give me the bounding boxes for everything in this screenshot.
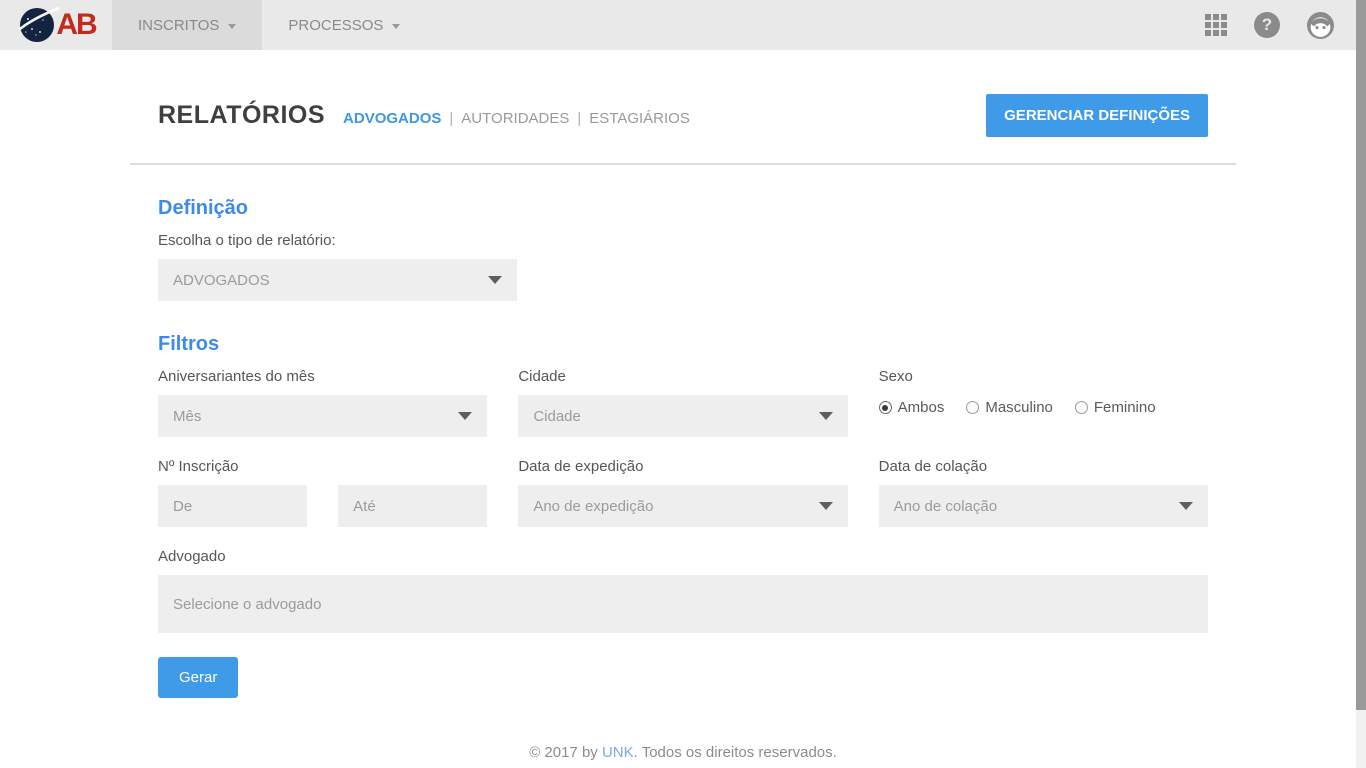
radio-option-feminino[interactable]: Feminino [1075, 399, 1156, 416]
radio-feminino[interactable] [1075, 401, 1088, 414]
dropdown-arrow-icon [488, 276, 502, 284]
apps-grid-icon[interactable] [1205, 14, 1227, 36]
divider [130, 163, 1236, 165]
lawyer-label: Advogado [158, 548, 1208, 565]
radio-masculino[interactable] [966, 401, 979, 414]
footer: © 2017 by UNK. Todos os direitos reserva… [130, 698, 1236, 768]
scrollbar-thumb[interactable] [1356, 0, 1366, 710]
dropdown-arrow-icon [1179, 502, 1193, 510]
graduation-label: Data de colação [879, 458, 1208, 475]
inscription-to-input[interactable] [338, 485, 487, 527]
page-header-row: RELATÓRIOS ADVOGADOS | AUTORIDADES | EST… [130, 50, 1236, 137]
nav-item-inscritos[interactable]: INSCRITOS [112, 0, 262, 50]
radio-option-ambos[interactable]: Ambos [879, 399, 945, 416]
radio-feminino-label: Feminino [1094, 399, 1156, 416]
filter-graduation-date: Data de colação Ano de colação [879, 458, 1208, 527]
lawyer-search-input[interactable] [158, 575, 1208, 633]
expedition-year-select-value: Ano de expedição [533, 498, 653, 515]
radio-masculino-label: Masculino [985, 399, 1053, 416]
oab-logo-text: AB [56, 10, 95, 40]
footer-copyright-suffix: . Todos os direitos reservados. [634, 744, 837, 761]
main-content: RELATÓRIOS ADVOGADOS | AUTORIDADES | EST… [130, 50, 1236, 768]
filters-grid: Aniversariantes do mês Mês Cidade Cidade… [158, 368, 1208, 527]
footer-link[interactable]: UNK [602, 744, 634, 761]
topbar-icons: ? [1205, 0, 1366, 50]
help-icon[interactable]: ? [1254, 12, 1280, 38]
avatar-icon[interactable] [1307, 12, 1334, 39]
oab-globe-icon [16, 5, 60, 45]
chevron-down-icon [228, 24, 236, 29]
scrollbar-track[interactable] [1356, 0, 1366, 768]
city-label: Cidade [518, 368, 847, 385]
report-type-select-value: ADVOGADOS [173, 272, 270, 289]
top-navbar: AB INSCRITOS PROCESSOS ? [0, 0, 1366, 50]
city-select-value: Cidade [533, 408, 581, 425]
definition-heading: Definição [158, 197, 1208, 220]
radio-ambos-label: Ambos [898, 399, 945, 416]
chevron-down-icon [392, 24, 400, 29]
filter-sex: Sexo Ambos Masculino Feminino [879, 368, 1208, 437]
nav-item-processos-label: PROCESSOS [288, 17, 383, 34]
inscription-range [158, 485, 487, 527]
radio-ambos[interactable] [879, 401, 892, 414]
graduation-year-select[interactable]: Ano de colação [879, 485, 1208, 527]
filter-birthday-month: Aniversariantes do mês Mês [158, 368, 487, 437]
sex-label: Sexo [879, 368, 1208, 385]
graduation-year-select-value: Ano de colação [894, 498, 997, 515]
nav-item-inscritos-label: INSCRITOS [138, 17, 219, 34]
month-select-value: Mês [173, 408, 201, 425]
report-type-tabs: ADVOGADOS | AUTORIDADES | ESTAGIÁRIOS [343, 105, 690, 127]
filter-lawyer: Advogado [158, 548, 1208, 633]
city-select[interactable]: Cidade [518, 395, 847, 437]
page-title: RELATÓRIOS [158, 101, 325, 130]
filter-inscription-number: Nº Inscrição [158, 458, 487, 527]
tab-autoridades[interactable]: AUTORIDADES [461, 110, 569, 127]
sex-radio-group: Ambos Masculino Feminino [879, 399, 1208, 416]
report-type-label: Escolha o tipo de relatório: [158, 232, 1208, 249]
month-select[interactable]: Mês [158, 395, 487, 437]
inscription-from-input[interactable] [158, 485, 307, 527]
tab-separator: | [449, 110, 453, 127]
filter-expedition-date: Data de expedição Ano de expedição [518, 458, 847, 527]
expedition-year-select[interactable]: Ano de expedição [518, 485, 847, 527]
nav-item-processos[interactable]: PROCESSOS [262, 0, 426, 50]
dropdown-arrow-icon [819, 412, 833, 420]
main-nav: INSCRITOS PROCESSOS [112, 0, 426, 50]
birthday-label: Aniversariantes do mês [158, 368, 487, 385]
expedition-label: Data de expedição [518, 458, 847, 475]
generate-button[interactable]: Gerar [158, 657, 238, 698]
report-type-select[interactable]: ADVOGADOS [158, 259, 517, 301]
manage-definitions-button[interactable]: GERENCIAR DEFINIÇÕES [986, 94, 1208, 137]
dropdown-arrow-icon [458, 412, 472, 420]
help-icon-glyph: ? [1254, 12, 1280, 38]
tab-estagiarios[interactable]: ESTAGIÁRIOS [589, 110, 690, 127]
filter-city: Cidade Cidade [518, 368, 847, 437]
tab-separator: | [577, 110, 581, 127]
oab-logo[interactable]: AB [0, 0, 112, 50]
inscription-label: Nº Inscrição [158, 458, 487, 475]
footer-copyright-prefix: © 2017 by [529, 744, 602, 761]
dropdown-arrow-icon [819, 502, 833, 510]
filters-heading: Filtros [158, 333, 1208, 356]
radio-option-masculino[interactable]: Masculino [966, 399, 1053, 416]
tab-advogados[interactable]: ADVOGADOS [343, 110, 441, 127]
